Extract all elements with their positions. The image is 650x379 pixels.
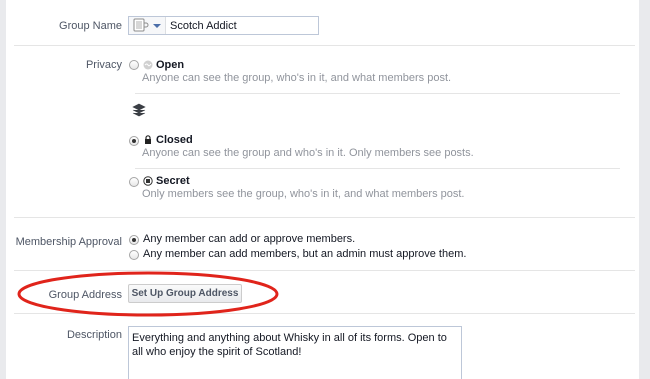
group-name-value: Scotch Addict xyxy=(170,20,237,32)
group-name-label: Group Name xyxy=(59,20,122,32)
description-textarea[interactable]: Everything and anything about Whisky in … xyxy=(128,326,462,379)
privacy-open-title: Open xyxy=(156,59,185,71)
group-name-field[interactable]: Scotch Addict xyxy=(128,16,319,35)
privacy-secret-title: Secret xyxy=(156,175,190,187)
group-settings-page: Group Name Scotch Addict Privacy Open An… xyxy=(0,0,650,379)
privacy-closed-title: Closed xyxy=(156,134,193,146)
globe-icon xyxy=(143,60,153,70)
membership-any-label: Any member can add or approve members. xyxy=(143,233,356,245)
chevron-down-icon xyxy=(153,24,161,28)
description-label: Description xyxy=(66,329,122,341)
section-divider xyxy=(14,45,635,46)
membership-any-radio[interactable] xyxy=(129,235,139,245)
privacy-closed-radio[interactable] xyxy=(129,136,139,146)
membership-label: Membership Approval xyxy=(15,236,122,248)
membership-admin-label: Any member can add members, but an admin… xyxy=(143,248,467,260)
privacy-label: Privacy xyxy=(85,59,122,71)
privacy-open-description: Anyone can see the group, who's in it, a… xyxy=(142,72,452,84)
privacy-secret-description: Only members see the group, who's in it,… xyxy=(142,188,465,200)
right-scrollbar[interactable] xyxy=(639,0,650,379)
annotation-highlight-circle xyxy=(17,271,279,317)
privacy-secret-radio[interactable] xyxy=(129,177,139,187)
group-icon-picker[interactable] xyxy=(129,17,166,34)
privacy-divider xyxy=(135,168,620,169)
privacy-closed-description: Anyone can see the group and who's in it… xyxy=(142,147,474,159)
left-edge xyxy=(0,0,6,379)
stack-icon xyxy=(132,103,146,117)
lock-icon xyxy=(145,135,151,144)
section-divider xyxy=(14,217,635,218)
membership-admin-radio[interactable] xyxy=(129,250,139,260)
privacy-open-radio[interactable] xyxy=(129,60,139,70)
privacy-divider xyxy=(135,93,620,94)
secret-icon xyxy=(143,176,153,186)
